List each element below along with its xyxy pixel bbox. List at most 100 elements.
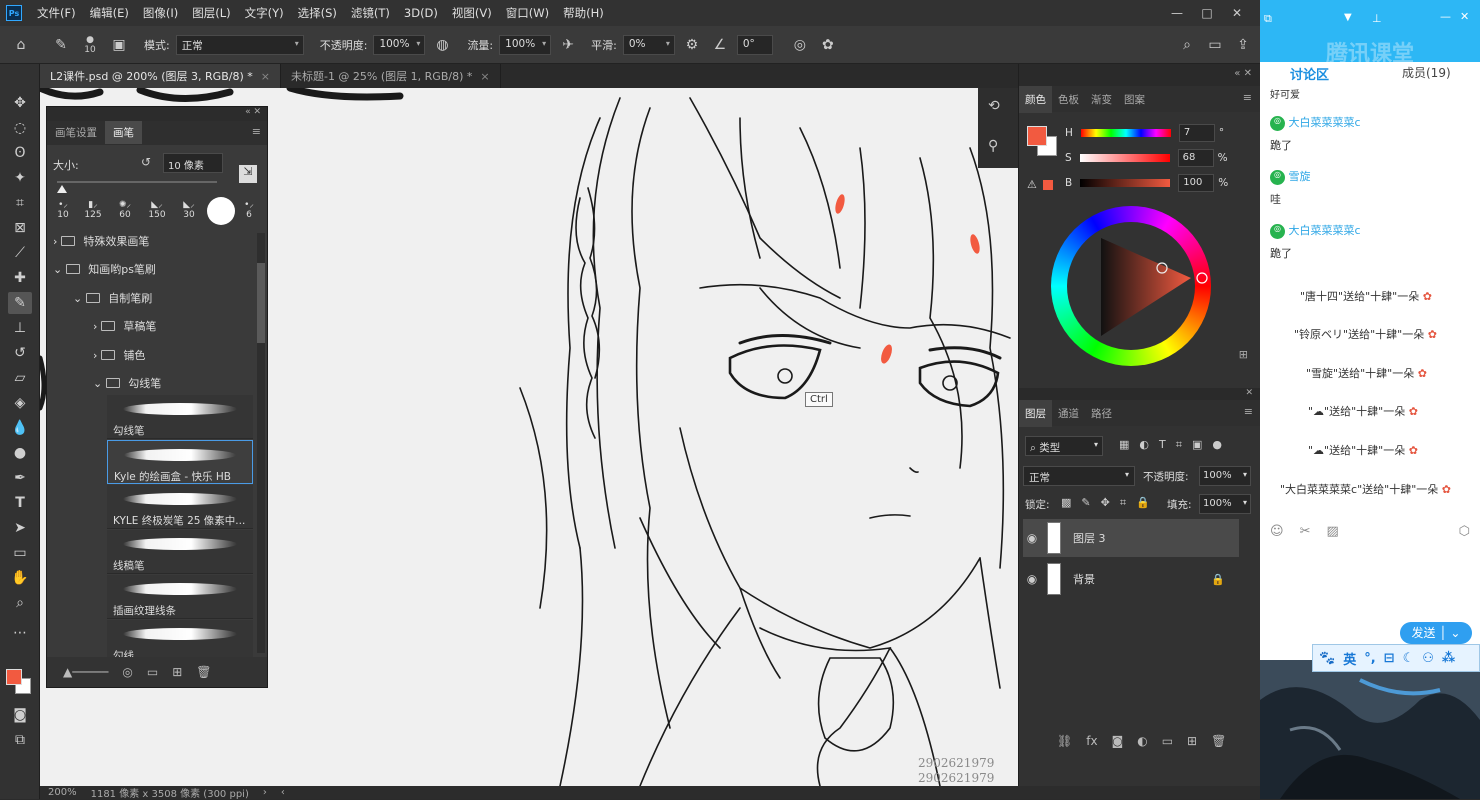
folder-custom-brushes[interactable]: ⌄ 自制笔刷	[47, 284, 253, 312]
brush-list-scrollbar[interactable]	[257, 233, 265, 653]
symmetry-icon[interactable]: ✿	[817, 34, 839, 56]
toolbox-icon[interactable]: ⊟	[1384, 651, 1395, 666]
foreground-color-swatch[interactable]	[6, 669, 22, 685]
pressure-size-icon[interactable]: ◎	[789, 34, 811, 56]
brush-item[interactable]: 勾线笔	[107, 395, 253, 439]
path-select-tool-icon[interactable]: ➤	[8, 517, 32, 539]
home-icon[interactable]: ⌂	[10, 34, 32, 56]
tab-gradients[interactable]: 渐变	[1085, 86, 1118, 113]
tab-discuss[interactable]: 讨论区	[1290, 64, 1329, 83]
brush-item[interactable]: 插画纹理线条	[107, 575, 253, 619]
brush-preset[interactable]: •⸝ 10	[51, 197, 75, 227]
tab-color[interactable]: 颜色	[1019, 86, 1052, 113]
moon-icon[interactable]: ☾	[1403, 651, 1415, 666]
healing-tool-icon[interactable]: ✚	[8, 267, 32, 289]
quick-mask-icon[interactable]: ◙	[8, 704, 32, 726]
move-tool-icon[interactable]: ✥	[8, 92, 32, 114]
brush-preset[interactable]: ◣⸝ 150	[143, 197, 171, 227]
adjustment-filter-icon[interactable]: ◐	[1139, 438, 1149, 452]
airbrush-icon[interactable]: ✈	[557, 34, 579, 56]
trash-icon[interactable]: 🗑	[196, 665, 211, 679]
new-layer-icon[interactable]: ⊞	[1187, 734, 1197, 748]
brightness-slider[interactable]	[1080, 179, 1171, 187]
layer-row[interactable]: ◉ 背景 🔒	[1023, 560, 1239, 598]
emoji-icon[interactable]: ☺	[1270, 524, 1284, 539]
brush-preset[interactable]: ✺⸝ 60	[111, 197, 139, 227]
menu-layer[interactable]: 图层(L)	[185, 5, 237, 21]
scissors-icon[interactable]: ✂	[1300, 524, 1311, 539]
mode-select[interactable]: 正常 ▾	[175, 34, 304, 55]
add-mask-icon[interactable]: ◙	[1112, 734, 1124, 748]
folder-lineart[interactable]: ⌄ 勾线笔	[47, 369, 253, 397]
brightness-field[interactable]: 100	[1178, 174, 1215, 192]
hand-tool-icon[interactable]: ✋	[8, 567, 32, 589]
type-tool-icon[interactable]: T	[8, 492, 32, 514]
folder-zhihuayo[interactable]: ⌄ 知画哟ps笔刷	[47, 255, 253, 283]
zoom-tool-icon[interactable]: ⌕	[8, 592, 32, 614]
new-group-icon[interactable]: ▭	[147, 665, 158, 679]
tab-layers[interactable]: 图层	[1019, 400, 1052, 427]
layer-style-icon[interactable]: fx	[1086, 734, 1097, 748]
folder-coloring[interactable]: › 铺色	[47, 341, 253, 369]
lock-pixels-icon[interactable]: ✎	[1081, 496, 1090, 510]
share-icon[interactable]: ⇪	[1232, 34, 1254, 56]
folder-sketch[interactable]: › 草稿笔	[47, 312, 253, 340]
brush-tool-icon[interactable]: ✎	[50, 34, 72, 56]
close-icon[interactable]: ×	[261, 70, 270, 83]
brush-preset-round-icon[interactable]	[207, 197, 235, 225]
menu-image[interactable]: 图像(I)	[136, 5, 185, 21]
adjustments-icon[interactable]: ⚲	[988, 138, 998, 154]
new-adjustment-icon[interactable]: ◐	[1137, 734, 1147, 748]
brush-item[interactable]: 线稿笔	[107, 530, 253, 574]
close-icon[interactable]: ✕	[253, 107, 261, 117]
collapse-icon[interactable]: «	[245, 107, 251, 117]
rectangle-tool-icon[interactable]: ▭	[8, 542, 32, 564]
teacher-video[interactable]	[1260, 660, 1480, 799]
image-icon[interactable]: ▨	[1326, 524, 1338, 539]
hue-slider[interactable]	[1080, 129, 1171, 137]
crop-tool-icon[interactable]: ⌗	[8, 192, 32, 214]
filter-toggle-icon[interactable]: ●	[1212, 438, 1222, 452]
shape-filter-icon[interactable]: ⌗	[1176, 438, 1182, 452]
menu-view[interactable]: 视图(V)	[445, 5, 499, 21]
sender-name[interactable]: 雪旋	[1289, 170, 1311, 183]
tab-brushes[interactable]: 画笔	[105, 121, 142, 144]
tab-swatches[interactable]: 色板	[1052, 86, 1085, 113]
ime-language-toggle[interactable]: 英	[1343, 649, 1356, 668]
layer-opacity-field[interactable]: 100% ▾	[1199, 466, 1251, 486]
sender-name[interactable]: 大白菜菜菜菜c	[1289, 116, 1361, 129]
pressure-opacity-icon[interactable]: ◍	[431, 34, 453, 56]
external-icon[interactable]: ⧉	[1264, 12, 1272, 26]
marquee-tool-icon[interactable]: ◌	[8, 117, 32, 139]
settings-icon[interactable]: ⬡	[1459, 524, 1470, 539]
maximize-button[interactable]: □	[1192, 6, 1222, 20]
punctuation-icon[interactable]: °,	[1364, 651, 1375, 666]
brush-preset-picker[interactable]: ● 10	[78, 34, 102, 56]
brush-tool-icon[interactable]: ✎	[8, 292, 32, 314]
sender-name[interactable]: 大白菜菜菜菜c	[1289, 224, 1361, 237]
flow-field[interactable]: 100% ▾	[499, 34, 552, 55]
send-button[interactable]: 发送 │ ⌄	[1400, 622, 1472, 644]
scrollbar-thumb[interactable]	[257, 263, 265, 343]
eye-icon[interactable]: ◉	[1023, 572, 1041, 586]
brush-item-selected[interactable]: Kyle 的绘画盒 - 快乐 HB	[107, 440, 253, 484]
brush-settings-toggle-icon[interactable]: ▣	[108, 34, 130, 56]
panel-menu-icon[interactable]: ≡	[1243, 91, 1252, 104]
tab-patterns[interactable]: 图案	[1118, 86, 1151, 113]
lock-artboard-icon[interactable]: ⌗	[1120, 496, 1126, 510]
size-field[interactable]: 10 像素	[163, 153, 223, 173]
color-panel-expand-icon[interactable]: ⊞	[1239, 348, 1248, 361]
lock-transparency-icon[interactable]: ▩	[1061, 496, 1071, 510]
blur-tool-icon[interactable]: 💧	[8, 417, 32, 439]
smoothing-field[interactable]: 0% ▾	[622, 34, 675, 55]
brush-preset[interactable]: ▮⸝ 125	[79, 197, 107, 227]
eye-icon[interactable]: ◉	[1023, 531, 1041, 545]
type-filter-icon[interactable]: T	[1159, 438, 1166, 452]
color-triangle[interactable]	[1051, 206, 1211, 366]
layer-filter-select[interactable]: ⌕ 类型 ▾	[1025, 436, 1103, 456]
lock-all-icon[interactable]: 🔒	[1136, 496, 1150, 510]
brush-preset[interactable]: ◣⸝ 30	[175, 197, 203, 227]
blend-mode-select[interactable]: 正常 ▾	[1023, 466, 1135, 486]
screen-mode-icon[interactable]: ⧉	[8, 729, 32, 751]
minimize-button[interactable]: —	[1162, 6, 1192, 20]
